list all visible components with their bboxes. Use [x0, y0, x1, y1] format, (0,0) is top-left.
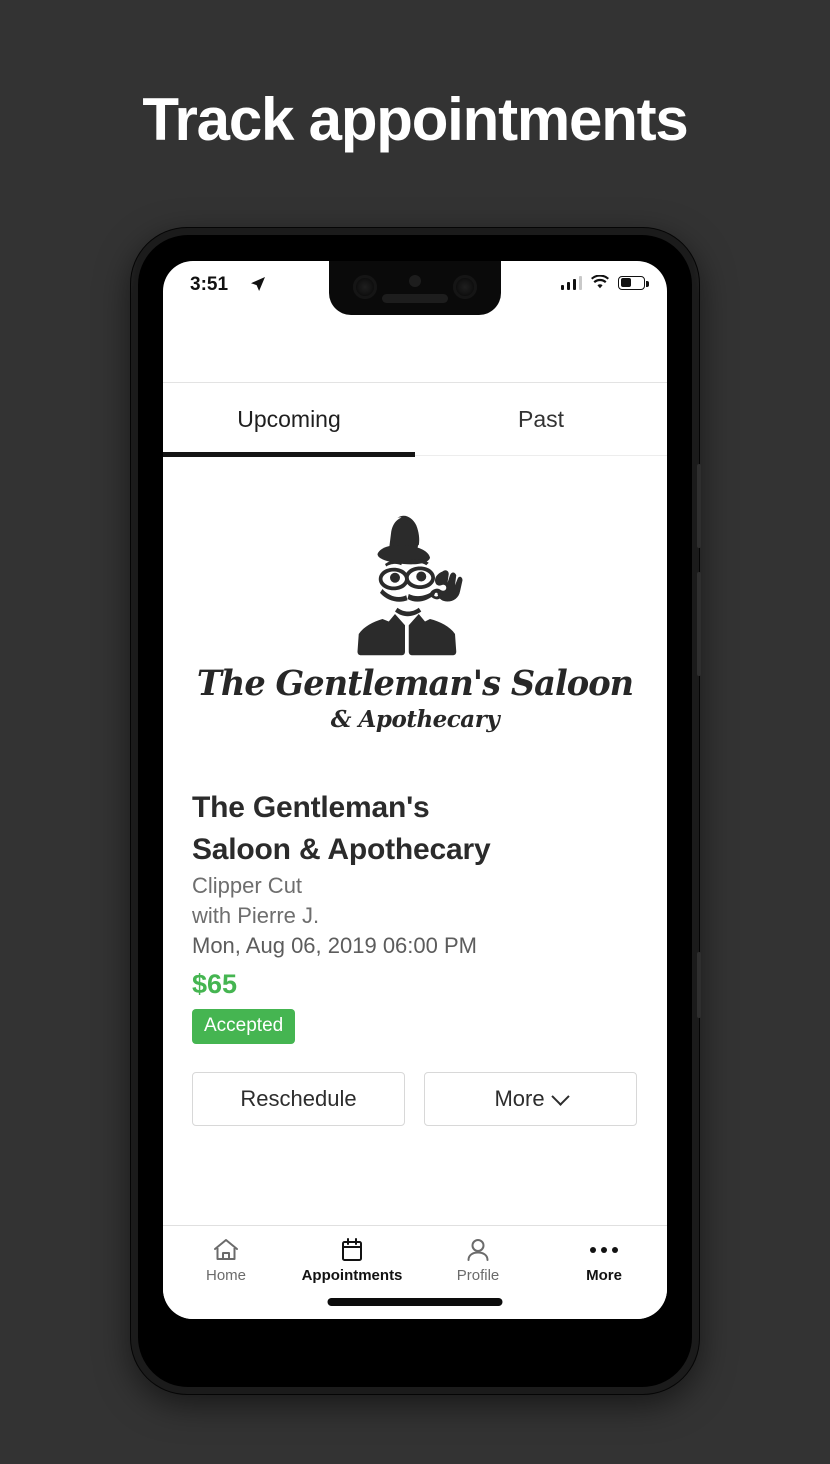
depth-camera-icon: [453, 275, 477, 299]
more-button[interactable]: More: [424, 1072, 637, 1126]
phone-inner-body: 3:51 Upcoming Past The Gentleman's Saloo…: [138, 235, 692, 1387]
logo-subtitle-text: & Apothecary: [330, 706, 500, 733]
appointment-card: The Gentleman's Saloon & Apothecary The …: [163, 457, 667, 1225]
business-logo: The Gentleman's Saloon & Apothecary: [163, 509, 667, 733]
chevron-down-icon: [550, 1086, 570, 1106]
appointment-details: The Gentleman's Saloon & Apothecary Clip…: [192, 787, 647, 1126]
home-icon: [214, 1239, 238, 1260]
status-bar-indicators: [560, 275, 649, 290]
nav-item-appointments[interactable]: Appointments: [289, 1237, 415, 1284]
battery-icon: [618, 275, 649, 290]
wifi-icon: [591, 275, 609, 289]
appointment-actions: Reschedule More: [192, 1072, 647, 1126]
cellular-signal-icon: [560, 275, 582, 290]
promo-screenshot: Track appointments 3:51 Upcoming Past Th…: [0, 0, 830, 1464]
appointments-tabbar: Upcoming Past: [163, 382, 667, 457]
nav-item-profile[interactable]: Profile: [415, 1237, 541, 1284]
nav-item-more-label: More: [586, 1267, 622, 1284]
calendar-icon: [342, 1238, 362, 1261]
appointment-service: Clipper Cut: [192, 873, 303, 898]
status-badge: Accepted: [192, 1009, 296, 1044]
page-title: Track appointments: [142, 86, 688, 153]
nav-item-home[interactable]: Home: [163, 1237, 289, 1284]
phone-screen: 3:51 Upcoming Past The Gentleman's Saloo…: [163, 261, 667, 1319]
location-arrow-icon: [251, 277, 265, 291]
sensor-dot-icon: [409, 275, 421, 287]
front-camera-icon: [353, 275, 377, 299]
more-button-label: More: [494, 1086, 545, 1111]
nav-item-more[interactable]: More: [541, 1237, 667, 1284]
gentleman-mascot-icon: [357, 515, 463, 656]
person-icon: [467, 1239, 489, 1261]
ellipsis-icon: [590, 1237, 618, 1263]
appointment-business-name: The Gentleman's Saloon & Apothecary: [192, 791, 491, 866]
phone-notch: [329, 261, 501, 315]
nav-item-home-label: Home: [205, 1267, 246, 1284]
tab-upcoming[interactable]: Upcoming: [163, 383, 415, 457]
appointment-datetime: Mon, Aug 06, 2019 06:00 PM: [192, 933, 477, 958]
tab-past[interactable]: Past: [415, 383, 667, 455]
home-indicator[interactable]: [327, 1298, 503, 1306]
reschedule-button-label: Reschedule: [240, 1086, 357, 1111]
appointment-price: $65: [192, 969, 238, 999]
logo-name-text: The Gentleman's Saloon: [196, 663, 634, 704]
phone-frame: 3:51 Upcoming Past The Gentleman's Saloo…: [131, 228, 701, 1394]
nav-item-appointments-label: Appointments: [301, 1267, 403, 1284]
nav-item-profile-label: Profile: [456, 1267, 500, 1284]
reschedule-button[interactable]: Reschedule: [192, 1072, 405, 1126]
earpiece-speaker-icon: [382, 294, 448, 303]
phone-volume-up-button[interactable]: [697, 464, 701, 548]
phone-power-button[interactable]: [697, 952, 701, 1018]
appointment-provider: with Pierre J.: [192, 903, 320, 928]
phone-volume-down-button[interactable]: [697, 572, 701, 676]
status-bar-time: 3:51: [190, 274, 229, 295]
